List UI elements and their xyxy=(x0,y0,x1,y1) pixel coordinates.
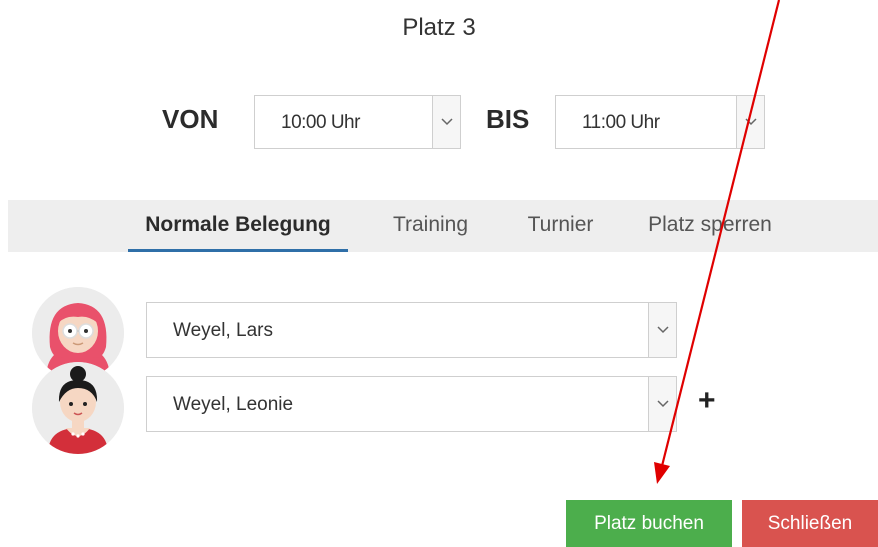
player-2-name: Weyel, Leonie xyxy=(173,394,294,415)
chevron-down-icon[interactable] xyxy=(648,377,676,431)
book-court-button[interactable]: Platz buchen xyxy=(566,500,732,547)
to-label: BIS xyxy=(486,104,530,134)
tab-turnier[interactable]: Turnier xyxy=(513,200,608,252)
tab-training[interactable]: Training xyxy=(378,200,483,252)
close-button[interactable]: Schließen xyxy=(742,500,878,547)
player-2-select[interactable]: Weyel, Leonie xyxy=(146,376,677,432)
booking-type-tabs: Normale Belegung Training Turnier Platz … xyxy=(8,200,878,252)
to-time-select[interactable]: 11:00 Uhr xyxy=(555,95,765,149)
from-time-select[interactable]: 10:00 Uhr xyxy=(254,95,461,149)
chevron-down-icon[interactable] xyxy=(648,303,676,357)
chevron-down-icon[interactable] xyxy=(432,96,460,148)
booking-dialog: Platz 3 VON 10:00 Uhr BIS 11:00 Uhr Norm… xyxy=(0,0,878,547)
tab-platz-sperren[interactable]: Platz sperren xyxy=(635,200,785,252)
female-avatar-black-hair-bun xyxy=(32,362,124,454)
from-label: VON xyxy=(162,104,219,134)
to-time-value: 11:00 Uhr xyxy=(582,112,660,133)
player-1-name: Weyel, Lars xyxy=(173,320,273,341)
annotation-arrow xyxy=(654,0,781,484)
page-title: Platz 3 xyxy=(402,14,476,41)
add-player-button[interactable]: + xyxy=(698,386,716,416)
chevron-down-icon[interactable] xyxy=(736,96,764,148)
player-1-select[interactable]: Weyel, Lars xyxy=(146,302,677,358)
from-time-value: 10:00 Uhr xyxy=(281,112,360,133)
tab-normale-belegung[interactable]: Normale Belegung xyxy=(128,200,348,252)
